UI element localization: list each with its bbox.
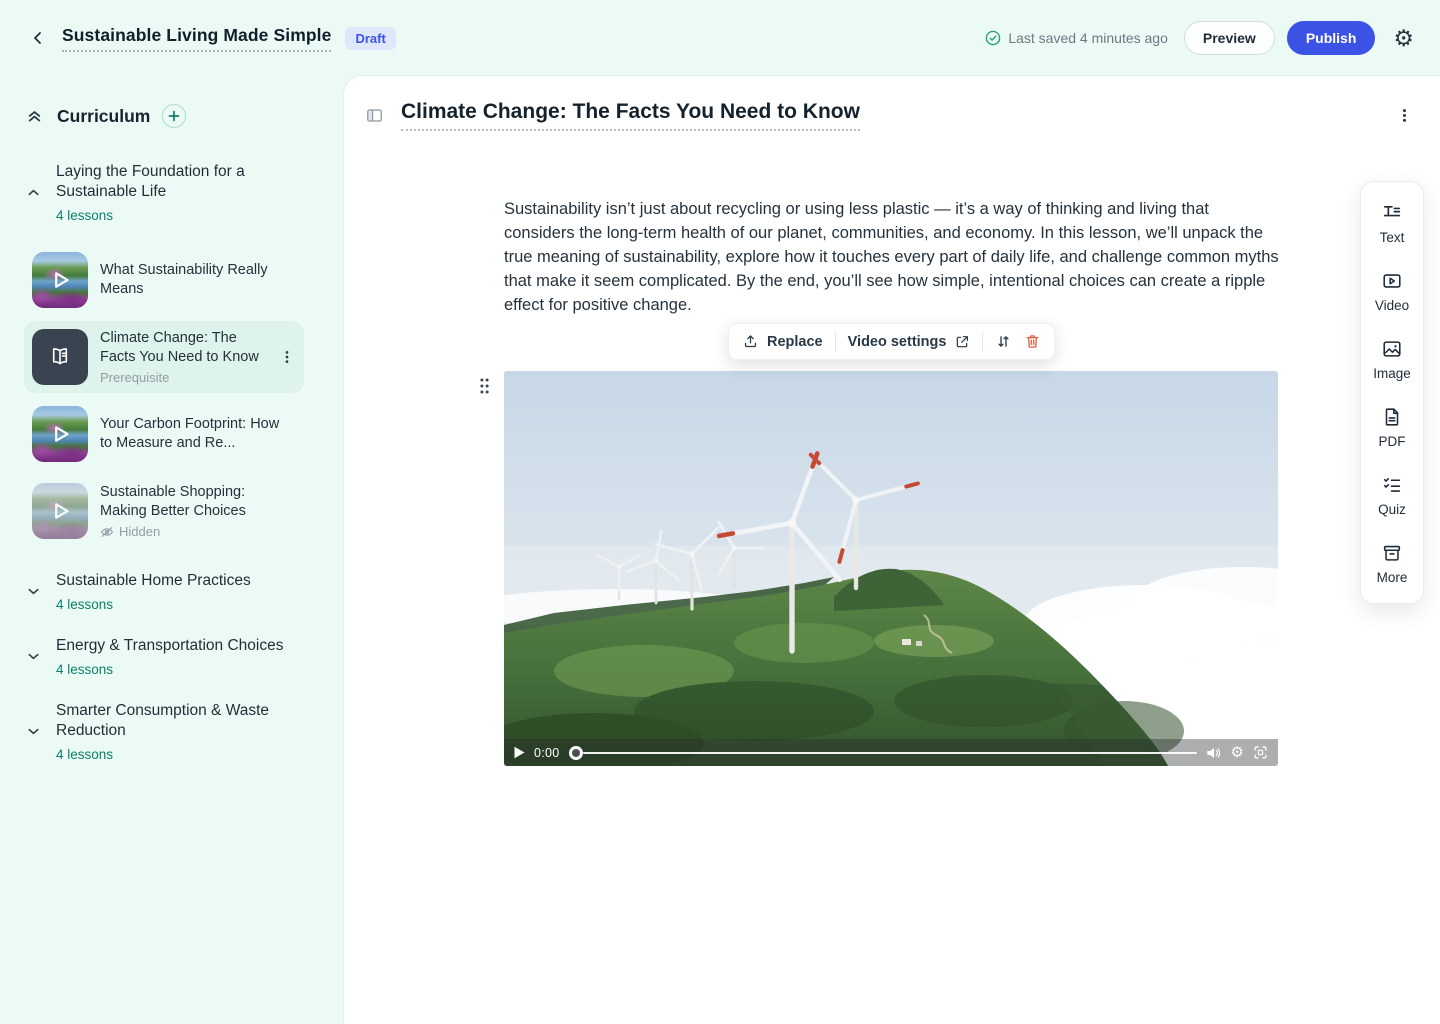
sort-arrows-icon [995,333,1012,350]
pdf-file-icon [1381,406,1403,428]
upload-icon [742,333,759,350]
video-track-line [583,752,1197,754]
lesson-title: What Sustainability Really Means [100,261,280,299]
video-settings-button[interactable]: Video settings [848,334,971,350]
lesson-item-hidden[interactable]: Sustainable Shopping: Making Better Choi… [24,475,304,547]
course-title[interactable]: Sustainable Living Made Simple [62,25,331,52]
trash-icon [1024,333,1041,350]
page-title[interactable]: Climate Change: The Facts You Need to Kn… [401,100,860,131]
lesson-meta: Prerequisite [100,370,266,385]
play-icon [32,252,88,308]
replace-button[interactable]: Replace [742,333,823,350]
play-icon [32,483,88,539]
lesson-title: Your Carbon Footprint: How to Measure an… [100,415,280,453]
lesson-video-thumbnail [32,483,88,539]
lesson-item[interactable]: What Sustainability Really Means [24,244,304,316]
video-current-time: 0:00 [534,746,560,760]
section-title: Energy & Transportation Choices [56,636,283,656]
plus-icon [168,110,180,122]
video-player[interactable]: 0:00 ⚙ [504,371,1278,766]
double-chevron-up-icon [26,108,43,125]
chevron-down-icon[interactable] [24,582,43,601]
play-button[interactable] [514,746,525,759]
quiz-checklist-icon [1381,474,1403,496]
lesson-item-selected[interactable]: Climate Change: The Facts You Need to Kn… [24,321,304,393]
video-scrubber-knob[interactable] [569,746,583,760]
lesson-options-kebab[interactable] [1393,104,1416,127]
play-icon [32,406,88,462]
section-header[interactable]: Sustainable Home Practices 4 lessons [24,571,344,612]
video-icon [1381,270,1403,292]
chevron-down-icon[interactable] [24,722,43,741]
add-video-block-button[interactable]: Video [1375,270,1409,313]
add-quiz-block-button[interactable]: Quiz [1378,474,1406,517]
move-up-down-button[interactable] [995,333,1012,350]
section-header[interactable]: Laying the Foundation for a Sustainable … [24,162,344,223]
section-title: Smarter Consumption & Waste Reduction [56,701,286,741]
open-book-icon [47,344,73,370]
lesson-article-thumbnail [32,329,88,385]
lesson-editor-panel: Climate Change: The Facts You Need to Kn… [344,76,1440,1024]
lesson-title: Sustainable Shopping: Making Better Choi… [100,483,280,521]
section-title: Laying the Foundation for a Sustainable … [56,162,286,202]
video-block-toolbar: Replace Video settings [728,323,1055,360]
back-chevron-icon [30,30,46,46]
lesson-video-thumbnail [32,406,88,462]
check-circle-icon [985,30,1001,46]
video-controls-bar: 0:00 ⚙ [504,739,1278,766]
video-progress-bar[interactable] [569,746,1197,760]
lesson-meta: Hidden [119,524,160,539]
lesson-kebab-menu[interactable] [278,348,296,366]
archive-box-icon [1381,542,1403,564]
toolbar-divider [982,332,983,352]
external-link-icon [954,334,970,350]
image-icon [1381,338,1403,360]
sidebar-toggle-icon[interactable] [362,103,387,128]
more-blocks-button[interactable]: More [1377,542,1408,585]
lesson-item[interactable]: Your Carbon Footprint: How to Measure an… [24,398,304,470]
chevron-up-icon[interactable] [24,183,43,202]
section-header[interactable]: Energy & Transportation Choices 4 lesson… [24,636,344,677]
last-saved-status: Last saved 4 minutes ago [985,30,1168,46]
wind-turbine-video-frame [504,371,1278,766]
section-lessons-count: 4 lessons [56,208,286,223]
add-pdf-block-button[interactable]: PDF [1379,406,1406,449]
add-section-button[interactable] [162,104,186,128]
settings-gear-icon[interactable]: ⚙ [1393,27,1414,50]
chevron-down-icon[interactable] [24,647,43,666]
eye-off-icon [100,525,114,539]
sidebar-title: Curriculum [57,106,150,127]
collapse-all-button[interactable] [24,106,45,127]
fullscreen-icon[interactable] [1253,745,1268,760]
publish-button[interactable]: Publish [1287,21,1376,55]
curriculum-sidebar: Curriculum Laying the Foundation for a S… [0,76,344,1024]
add-text-block-button[interactable]: Text [1380,202,1405,245]
lesson-video-thumbnail [32,252,88,308]
lesson-intro-paragraph[interactable]: Sustainability isn’t just about recyclin… [504,197,1280,317]
delete-block-button[interactable] [1024,333,1041,350]
section-title: Sustainable Home Practices [56,571,251,591]
lesson-title: Climate Change: The Facts You Need to Kn… [100,329,266,367]
video-settings-gear-icon[interactable]: ⚙ [1231,745,1244,760]
volume-icon[interactable] [1206,746,1222,760]
block-tools-panel: Text Video Image PDF Quiz More [1360,181,1424,604]
section-lessons-count: 4 lessons [56,597,251,612]
section-lessons-count: 4 lessons [56,662,283,677]
drag-handle-icon[interactable] [476,375,493,397]
section-header[interactable]: Smarter Consumption & Waste Reduction 4 … [24,701,344,762]
back-button[interactable] [26,26,50,50]
top-header: Sustainable Living Made Simple Draft Las… [0,0,1440,76]
add-image-block-button[interactable]: Image [1373,338,1411,381]
status-badge: Draft [345,27,395,50]
text-icon [1381,202,1403,224]
toolbar-divider [835,332,836,352]
preview-button[interactable]: Preview [1184,21,1275,55]
section-lessons-count: 4 lessons [56,747,286,762]
